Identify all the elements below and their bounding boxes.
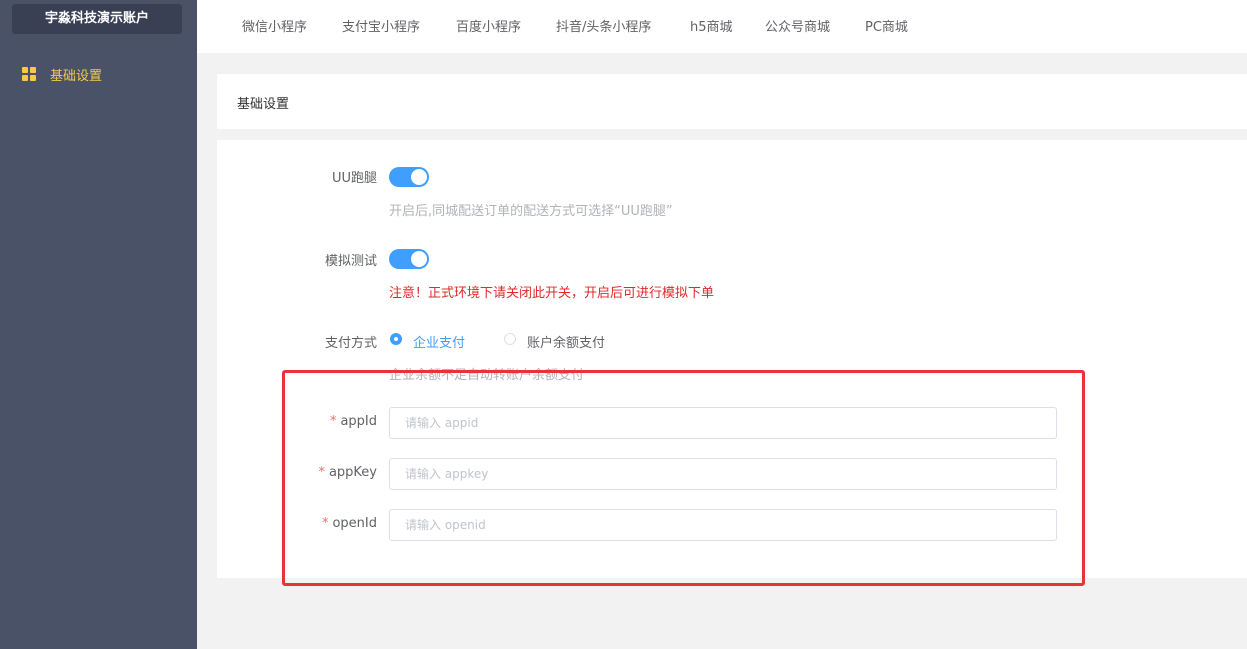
tab-baidu-miniprogram[interactable]: 百度小程序 [456,16,521,35]
test-mode-toggle[interactable] [389,249,429,269]
tab-pc-mall[interactable]: PC商城 [865,16,908,35]
tab-official-account-mall[interactable]: 公众号商城 [765,16,830,35]
radio-unchecked-icon [504,333,516,345]
appid-input[interactable] [389,407,1057,439]
settings-form: UU跑腿 开启后,同城配送订单的配送方式可选择“UU跑腿” 模拟测试 注意！正式… [217,140,1247,578]
appkey-label-text: appKey [328,465,377,480]
toggle-knob [411,251,427,267]
openid-label-text: openId [332,516,377,531]
appid-label-text: appId [340,414,377,429]
required-mark: * [318,465,325,480]
radio-checked-icon [390,333,402,345]
toggle-knob [411,169,427,185]
sidebar-item-label: 基础设置 [50,69,103,84]
tab-h5-mall[interactable]: h5商城 [690,16,733,35]
tab-douyin-miniprogram[interactable]: 抖音/头条小程序 [556,16,651,35]
top-nav: 微信小程序 支付宝小程序 百度小程序 抖音/头条小程序 h5商城 公众号商城 P… [197,0,1247,53]
sidebar-item-basic-settings[interactable]: 基础设置 [0,60,197,88]
radio-label: 企业支付 [413,336,466,351]
required-mark: * [321,516,329,531]
openid-label: * openId [322,516,377,531]
test-label: 模拟测试 [324,254,377,269]
uu-label: UU跑腿 [331,171,377,186]
appkey-input[interactable] [389,458,1057,490]
uu-tip: 开启后,同城配送订单的配送方式可选择“UU跑腿” [389,204,673,219]
required-mark: * [329,414,337,429]
openid-input[interactable] [389,509,1057,541]
radio-label: 账户余额支付 [527,336,606,351]
payment-label: 支付方式 [324,336,377,351]
payment-tip: 企业余额不足自动转账户余额支付 [389,368,585,383]
uu-toggle[interactable] [389,167,429,187]
tab-alipay-miniprogram[interactable]: 支付宝小程序 [342,16,420,35]
card-header: 基础设置 [217,74,1247,129]
appid-label: * appId [330,414,377,429]
page-title: 基础设置 [237,97,290,112]
grid-icon [22,67,36,81]
tab-wechat-miniprogram[interactable]: 微信小程序 [242,16,307,35]
test-warning-tip: 注意！正式环境下请关闭此开关，开启后可进行模拟下单 [389,286,715,301]
sidebar: 宇淼科技演示账户 基础设置 [0,0,197,649]
appkey-label: * appKey [318,465,377,480]
account-name[interactable]: 宇淼科技演示账户 [12,4,182,34]
